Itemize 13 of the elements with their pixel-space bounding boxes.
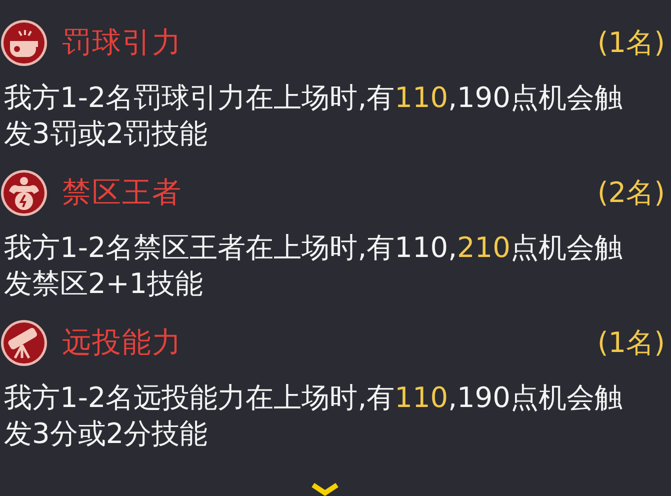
player-count: (2名) (597, 175, 665, 211)
chevron-down-icon[interactable] (311, 483, 339, 496)
skill-description: 我方1-2名禁区王者在上场时,有110,210点机会触发禁区2+1技能 (4, 230, 624, 302)
player-count: (1名) (597, 25, 665, 61)
telescope-icon (0, 319, 48, 367)
player-count: (1名) (597, 325, 665, 361)
strongman-icon (0, 169, 48, 217)
skill-description: 我方1-2名远投能力在上场时,有110,190点机会触发3分或2分技能 (4, 380, 624, 452)
skill-title: 禁区王者 (62, 174, 183, 211)
skill-title: 远投能力 (62, 324, 183, 361)
whistle-icon (0, 19, 48, 67)
skill-description: 我方1-2名罚球引力在上场时,有110,190点机会触发3罚或2罚技能 (4, 80, 624, 152)
skill-title: 罚球引力 (62, 24, 183, 61)
